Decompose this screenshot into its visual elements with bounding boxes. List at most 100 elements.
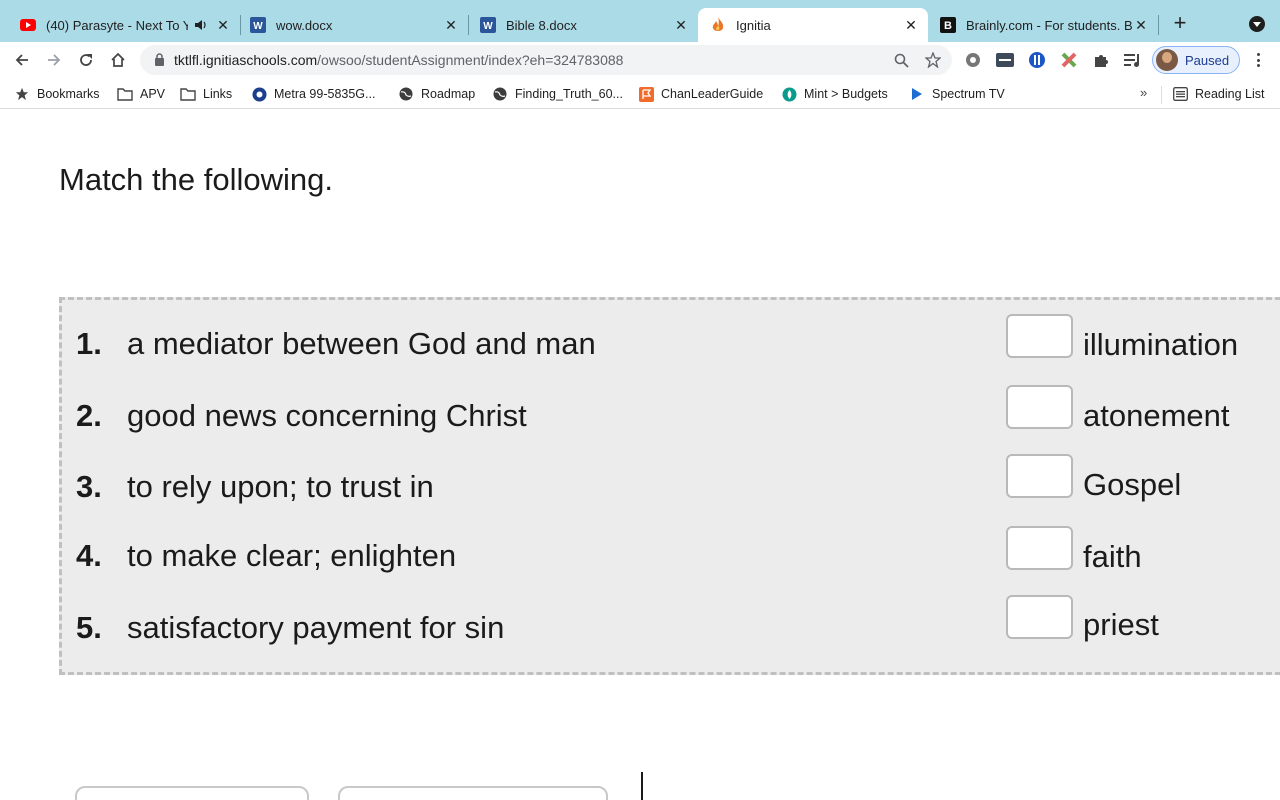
question-text: to rely upon; to trust in xyxy=(127,469,434,504)
answer-option: faith xyxy=(1083,539,1142,574)
tab-bible-docx[interactable]: W Bible 8.docx ✕ xyxy=(468,8,698,42)
bookmark-roadmap[interactable]: Roadmap xyxy=(398,85,475,103)
page-content: Match the following. 1. a mediator betwe… xyxy=(0,110,1280,800)
avatar xyxy=(1156,49,1178,71)
star-icon xyxy=(14,86,30,102)
home-icon xyxy=(111,52,125,67)
tab-youtube[interactable]: (40) Parasyte - Next To You ✕ xyxy=(8,8,240,42)
bookmark-label: Links xyxy=(203,87,233,101)
extension-card-icon[interactable] xyxy=(996,51,1014,69)
answer-option: priest xyxy=(1083,607,1159,642)
bookmark-label: Finding_Truth_60... xyxy=(515,87,623,101)
url-text[interactable]: tktlfl.ignitiaschools.com/owsoo/studentA… xyxy=(174,52,623,68)
question-number: 5. xyxy=(76,610,102,645)
question-text: satisfactory payment for sin xyxy=(127,610,505,645)
page-title: Match the following. xyxy=(59,162,333,197)
reading-list-button[interactable]: Reading List xyxy=(1172,85,1265,103)
bookmark-spectrum[interactable]: Spectrum TV xyxy=(909,85,1005,103)
close-icon[interactable]: ✕ xyxy=(442,16,460,34)
flag-icon xyxy=(638,86,654,102)
close-icon[interactable]: ✕ xyxy=(1132,16,1150,34)
folder-icon xyxy=(180,86,196,102)
bookmark-label: Bookmarks xyxy=(37,87,100,101)
bookmark-apv[interactable]: APV xyxy=(117,85,165,103)
url-path: /owsoo/studentAssignment/index?eh=324783… xyxy=(317,52,624,68)
reload-icon xyxy=(80,54,92,66)
extension-gear-icon[interactable] xyxy=(964,51,982,69)
tab-brainly[interactable]: B Brainly.com - For students. By student… xyxy=(928,8,1158,42)
back-arrow-icon xyxy=(15,54,28,66)
speaker-icon[interactable] xyxy=(192,19,210,31)
svg-text:W: W xyxy=(253,21,263,32)
question-number: 2. xyxy=(76,398,102,433)
zoom-icon[interactable] xyxy=(892,51,910,69)
close-icon[interactable]: ✕ xyxy=(672,16,690,34)
answer-input[interactable] xyxy=(1006,454,1073,498)
extensions-puzzle-icon[interactable] xyxy=(1092,51,1110,69)
close-icon[interactable]: ✕ xyxy=(902,16,920,34)
bookmark-label: Spectrum TV xyxy=(932,87,1005,101)
home-button[interactable] xyxy=(105,47,131,73)
word-icon: W xyxy=(250,17,266,33)
menu-kebab-icon[interactable] xyxy=(1250,51,1266,69)
back-button[interactable] xyxy=(9,47,35,73)
question-number: 1. xyxy=(76,326,102,361)
forward-arrow-icon xyxy=(48,54,61,66)
question-text: a mediator between God and man xyxy=(127,326,596,361)
youtube-icon xyxy=(20,17,36,33)
svg-text:W: W xyxy=(483,21,493,32)
answer-input[interactable] xyxy=(1006,314,1073,358)
extension-circle-icon[interactable] xyxy=(1028,51,1046,69)
question-number: 4. xyxy=(76,538,102,573)
bookmark-label: APV xyxy=(140,87,166,101)
media-queue-icon[interactable] xyxy=(1124,51,1142,69)
toolbar: tktlfl.ignitiaschools.com/owsoo/studentA… xyxy=(0,42,1280,79)
tab-strip: (40) Parasyte - Next To You ✕ W wow.docx… xyxy=(0,0,1280,42)
bottom-button-right[interactable] xyxy=(338,786,608,800)
bookmark-label: Metra 99-5835G... xyxy=(274,87,376,101)
tab-title: (40) Parasyte - Next To You xyxy=(46,17,188,33)
tab-search-icon[interactable] xyxy=(1249,16,1265,32)
text-caret xyxy=(641,772,643,800)
bookmark-label: ChanLeaderGuide xyxy=(661,87,764,101)
tab-wow-docx[interactable]: W wow.docx ✕ xyxy=(238,8,468,42)
bookmark-links[interactable]: Links xyxy=(180,85,232,103)
profile-button[interactable]: Paused xyxy=(1152,46,1240,74)
question-text: to make clear; enlighten xyxy=(127,538,457,573)
flame-icon xyxy=(710,17,726,33)
bottom-button-left[interactable] xyxy=(75,786,309,800)
bookmark-finding-truth[interactable]: Finding_Truth_60... xyxy=(492,85,623,103)
globe-icon xyxy=(492,86,508,102)
question-text: good news concerning Christ xyxy=(127,398,527,433)
tab-ignitia[interactable]: Ignitia ✕ xyxy=(698,8,928,42)
tab-title: Bible 8.docx xyxy=(506,17,577,33)
tab-title: wow.docx xyxy=(276,17,333,33)
bookmark-mint[interactable]: Mint > Budgets xyxy=(781,85,888,103)
address-bar[interactable]: tktlfl.ignitiaschools.com/owsoo/studentA… xyxy=(140,45,952,75)
chevron-more-icon[interactable]: » xyxy=(1140,85,1147,100)
answer-input[interactable] xyxy=(1006,526,1073,570)
answer-option: Gospel xyxy=(1083,467,1182,502)
reading-list-icon xyxy=(1172,86,1188,102)
bookmark-chanleaderguide[interactable]: ChanLeaderGuide xyxy=(638,85,763,103)
answer-input[interactable] xyxy=(1006,385,1073,429)
bookmarks-bar: Bookmarks APV Links Metra 99-5835G... Ro… xyxy=(0,79,1280,109)
play-icon xyxy=(909,86,925,102)
lock-icon xyxy=(154,53,165,71)
new-tab-button[interactable]: + xyxy=(1168,12,1192,36)
answer-option: atonement xyxy=(1083,398,1230,433)
reload-button[interactable] xyxy=(73,47,99,73)
site-icon xyxy=(251,86,267,102)
bookmark-star-icon[interactable] xyxy=(924,51,942,69)
bookmark-label: Roadmap xyxy=(421,87,476,101)
forward-button[interactable] xyxy=(41,47,67,73)
answer-input[interactable] xyxy=(1006,595,1073,639)
bookmark-label: Mint > Budgets xyxy=(804,87,888,101)
close-icon[interactable]: ✕ xyxy=(214,16,232,34)
tab-divider xyxy=(1158,15,1159,35)
globe-icon xyxy=(398,86,414,102)
bookmark-bookmarks[interactable]: Bookmarks xyxy=(14,85,100,103)
tab-title: Brainly.com - For students. By students. xyxy=(966,17,1132,33)
bookmark-metra[interactable]: Metra 99-5835G... xyxy=(251,85,375,103)
extension-cross-icon[interactable] xyxy=(1060,51,1078,69)
